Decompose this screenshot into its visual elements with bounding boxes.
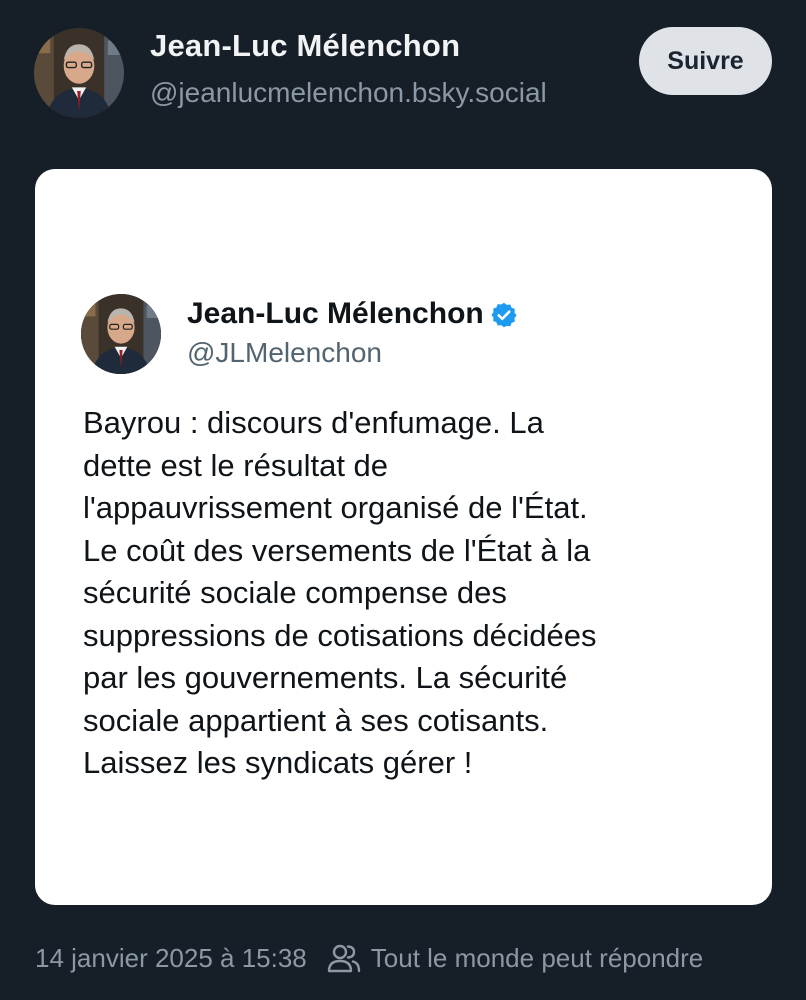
embedded-author-avatar	[81, 294, 161, 374]
author-name[interactable]: Jean-Luc Mélenchon	[150, 28, 460, 64]
text-line: suppressions de cotisations décidées	[83, 617, 597, 653]
profile-photo-icon	[34, 28, 124, 118]
text-line: sociale appartient à ses cotisants.	[83, 702, 549, 738]
reply-setting[interactable]: Tout le monde peut répondre	[371, 943, 703, 974]
text-line: sécurité sociale compense des	[83, 575, 507, 610]
embedded-post-image[interactable]: Jean-Luc Mélenchon @JLMelenchon Bayrou :…	[35, 169, 772, 905]
profile-photo-icon	[81, 294, 161, 374]
follow-button[interactable]: Suivre	[639, 27, 772, 95]
embedded-author-row: Jean-Luc Mélenchon	[187, 297, 518, 331]
embedded-author-name: Jean-Luc Mélenchon	[187, 297, 484, 330]
text-line: l'appauvrissement organisé de l'État.	[83, 490, 588, 525]
text-line: dette est le résultat de	[83, 447, 389, 483]
people-icon	[327, 944, 360, 973]
author-handle[interactable]: @jeanlucmelenchon.bsky.social	[150, 77, 547, 109]
embedded-post-text: Bayrou : discours d'enfumage. La dette e…	[83, 402, 743, 785]
text-line: Bayrou : discours d'enfumage. La	[83, 405, 544, 440]
text-line: Laissez les syndicats gérer !	[83, 745, 473, 780]
embedded-author-handle: @JLMelenchon	[187, 337, 382, 368]
verified-badge-icon	[491, 302, 517, 328]
text-line: Le coût des versements de l'État à la	[83, 532, 591, 568]
author-avatar[interactable]	[34, 28, 124, 118]
text-line: par les gouvernements. La sécurité	[83, 660, 568, 695]
post-header: Jean-Luc Mélenchon @jeanlucmelenchon.bsk…	[0, 0, 806, 140]
post-footer: 14 janvier 2025 à 15:38 Tout le monde pe…	[35, 940, 703, 976]
post-timestamp[interactable]: 14 janvier 2025 à 15:38	[35, 943, 307, 974]
